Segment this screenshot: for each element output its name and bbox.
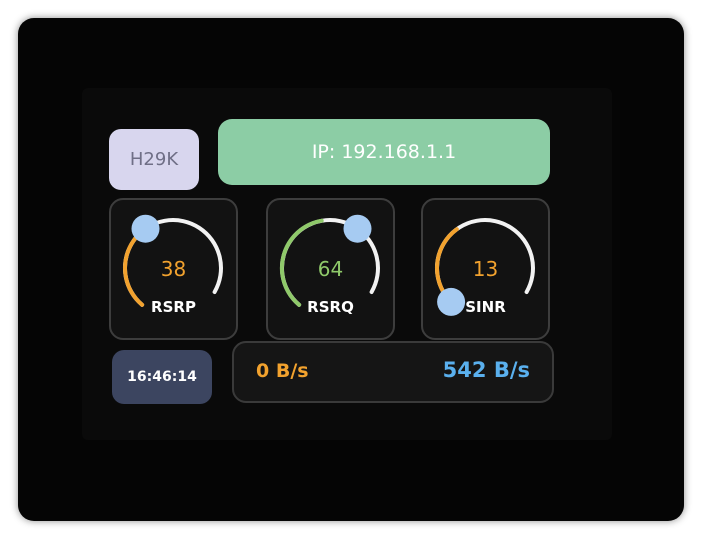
device-model-badge: H29K bbox=[109, 129, 199, 190]
gauge-card-rsrp: 38 RSRP bbox=[109, 198, 238, 340]
device-model-label: H29K bbox=[129, 149, 179, 170]
rsrp-value: 38 bbox=[160, 257, 187, 281]
ip-address-label: IP: 192.168.1.1 bbox=[311, 141, 457, 163]
download-speed: 0 B/s bbox=[256, 360, 309, 382]
clock-badge: 16:46:14 bbox=[112, 350, 212, 404]
sinr-value: 13 bbox=[472, 257, 499, 281]
upload-speed: 542 B/s bbox=[442, 358, 530, 382]
rsrq-label: RSRQ bbox=[307, 298, 354, 316]
clock-time: 16:46:14 bbox=[127, 369, 197, 385]
rsrp-label: RSRP bbox=[151, 298, 196, 316]
rsrq-value: 64 bbox=[317, 257, 344, 281]
gauge-card-rsrq: 64 RSRQ bbox=[266, 198, 395, 340]
traffic-panel: 0 B/s 542 B/s bbox=[232, 341, 554, 403]
sinr-label: SINR bbox=[465, 298, 506, 316]
gauge-card-sinr: 13 SINR bbox=[421, 198, 550, 340]
ip-address-panel: IP: 192.168.1.1 bbox=[218, 119, 550, 185]
